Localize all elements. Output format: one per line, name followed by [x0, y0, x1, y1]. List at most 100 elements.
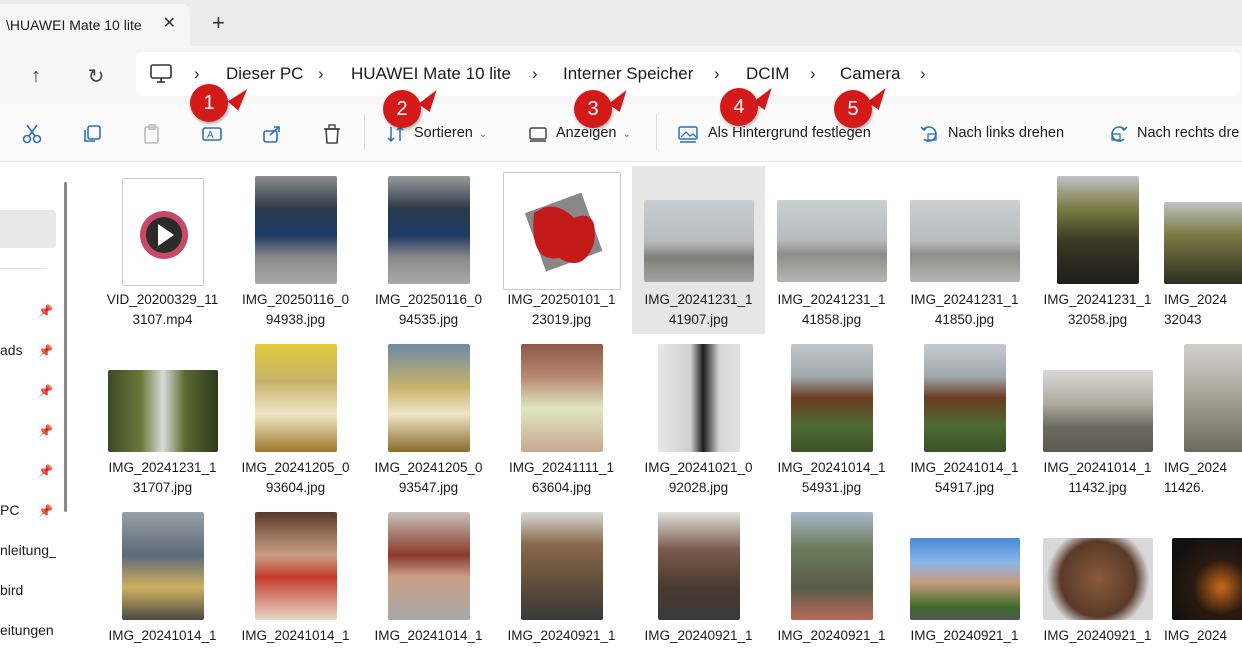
file-item[interactable]: IMG_20241231_1 41858.jpg [765, 166, 898, 334]
file-item[interactable]: IMG_20250116_0 94535.jpg [362, 166, 495, 334]
file-name: IMG_20240921_1 [644, 628, 753, 643]
file-name: IMG_20241014_1 54917.jpg [910, 460, 1019, 495]
photo-thumbnail [923, 344, 1006, 452]
arrow-up-icon[interactable]: ↑ [22, 62, 50, 90]
file-grid: VID_20200329_11 3107.mp4 IMG_20250116_0 … [96, 166, 1242, 657]
rename-icon[interactable]: A [200, 122, 224, 146]
file-item[interactable]: IMG_20241231_1 41850.jpg [898, 166, 1031, 334]
breadcrumb-huawei[interactable]: HUAWEI Mate 10 lite [351, 64, 511, 84]
file-item[interactable]: IMG_20250101_1 23019.jpg [495, 166, 628, 334]
close-icon[interactable]: ✕ [163, 13, 176, 33]
sidebar-scrollbar[interactable] [64, 182, 67, 512]
chevron-down-icon: ⌄ [478, 129, 488, 140]
file-name: IMG_20241231_1 31707.jpg [108, 460, 217, 495]
cut-icon[interactable] [20, 122, 44, 146]
file-item[interactable]: IMG_2024 [1164, 502, 1242, 657]
file-name: IMG_20250101_1 23019.jpg [507, 292, 616, 327]
photo-thumbnail [254, 344, 337, 452]
file-name: IMG_20240921_1 [777, 628, 886, 643]
file-item[interactable]: IMG_20240921_1 [632, 502, 765, 657]
sort-button[interactable]: Sortieren ⌄ [414, 125, 487, 141]
file-item[interactable]: IMG_2024 32043 [1164, 166, 1242, 334]
chevron-right-icon[interactable]: › [920, 64, 926, 84]
view-icon[interactable] [526, 122, 550, 146]
file-name: IMG_20240921_1 [910, 628, 1019, 643]
copy-icon[interactable] [80, 122, 104, 146]
rotate-left-icon[interactable] [918, 122, 942, 146]
file-item[interactable]: IMG_20240921_1 [898, 502, 1031, 657]
chevron-down-icon: ⌄ [622, 129, 631, 140]
file-item[interactable]: IMG_20241014_1 [96, 502, 229, 657]
chevron-right-icon[interactable]: › [714, 64, 720, 84]
chevron-right-icon[interactable]: › [532, 64, 538, 84]
breadcrumb-dieser-pc[interactable]: Dieser PC [226, 64, 303, 84]
toolbar-divider [656, 114, 657, 150]
monitor-icon [150, 64, 172, 83]
breadcrumb-dcim[interactable]: DCIM [746, 64, 789, 84]
wallpaper-icon[interactable] [676, 122, 700, 146]
toolbar-divider [364, 114, 365, 150]
file-item[interactable]: IMG_20241231_1 32058.jpg [1031, 166, 1164, 334]
file-name: IMG_20240921_1 [1043, 628, 1152, 643]
set-wallpaper-button[interactable]: Als Hintergrund festlegen [708, 125, 871, 141]
file-item[interactable]: IMG_20241014_1 [229, 502, 362, 657]
navigation-pane: 📌 ads 📌 📌 📌 📌 PC 📌 nleitung_ bird eitung… [0, 162, 72, 657]
file-item[interactable]: IMG_20240921_1 [1031, 502, 1164, 657]
paste-icon[interactable] [140, 122, 164, 146]
photo-thumbnail [254, 176, 337, 284]
file-item[interactable]: IMG_20241231_1 31707.jpg [96, 334, 229, 502]
file-item[interactable]: IMG_2024 11426. [1164, 334, 1242, 502]
photo-thumbnail [657, 344, 740, 452]
file-name: IMG_20250116_0 94535.jpg [374, 292, 483, 327]
photo-thumbnail [1042, 538, 1153, 620]
photo-thumbnail [909, 200, 1020, 282]
chevron-right-icon[interactable]: › [318, 64, 324, 84]
sidebar-item-zeitungen[interactable]: eitungen [0, 622, 56, 638]
chevron-right-icon[interactable]: › [194, 64, 200, 84]
photo-thumbnail [1184, 344, 1242, 452]
file-item[interactable]: VID_20200329_11 3107.mp4 [96, 166, 229, 334]
rotate-right-button[interactable]: Nach rechts dre [1137, 125, 1239, 141]
file-item[interactable]: IMG_20241014_1 11432.jpg [1031, 334, 1164, 502]
photo-thumbnail [107, 370, 218, 452]
photo-thumbnail [254, 512, 337, 620]
file-item[interactable]: IMG_20240921_1 [765, 502, 898, 657]
rotate-left-button[interactable]: Nach links drehen [948, 125, 1064, 141]
file-name: IMG_20241231_1 41850.jpg [910, 292, 1019, 327]
delete-icon[interactable] [320, 122, 344, 146]
file-item-selected[interactable]: IMG_20241231_1 41907.jpg [632, 166, 765, 334]
share-icon[interactable] [260, 122, 284, 146]
file-name: IMG_20241014_1 [374, 628, 483, 643]
breadcrumb-interner-speicher[interactable]: Interner Speicher [563, 64, 693, 84]
chevron-right-icon[interactable]: › [810, 64, 816, 84]
tab-huawei[interactable]: \HUAWEI Mate 10 lite ✕ [0, 4, 190, 46]
add-tab-icon[interactable]: + [212, 10, 225, 36]
callout-badge-5: 5 [834, 90, 872, 128]
file-name: IMG_20241014_1 54931.jpg [777, 460, 886, 495]
sidebar-item-selected[interactable] [0, 210, 56, 248]
sidebar-item-bird[interactable]: bird [0, 582, 56, 598]
file-item[interactable]: IMG_20241111_1 63604.jpg [495, 334, 628, 502]
file-item[interactable]: IMG_20241014_1 54917.jpg [898, 334, 1031, 502]
file-item[interactable]: IMG_20250116_0 94938.jpg [229, 166, 362, 334]
refresh-icon[interactable]: ↻ [82, 62, 110, 90]
file-name: IMG_20241111_1 63604.jpg [508, 460, 615, 495]
file-item[interactable]: IMG_20241021_0 92028.jpg [632, 334, 765, 502]
callout-badge-1: 1 [190, 84, 228, 122]
photo-thumbnail [1164, 202, 1242, 284]
file-item[interactable]: IMG_20240921_1 [495, 502, 628, 657]
photo-thumbnail [1056, 176, 1139, 284]
file-item[interactable]: IMG_20241014_1 54931.jpg [765, 334, 898, 502]
rotate-right-icon[interactable] [1106, 122, 1130, 146]
file-item[interactable]: IMG_20241205_0 93604.jpg [229, 334, 362, 502]
address-bar[interactable]: › Dieser PC › HUAWEI Mate 10 lite › Inte… [136, 52, 1240, 96]
breadcrumb-camera[interactable]: Camera [840, 64, 900, 84]
video-file-icon [121, 178, 204, 286]
photo-thumbnail [387, 344, 470, 452]
file-name: IMG_20241231_1 41858.jpg [777, 292, 886, 327]
file-item[interactable]: IMG_20241014_1 [362, 502, 495, 657]
callout-badge-4: 4 [720, 88, 758, 126]
sidebar-item-anleitung[interactable]: nleitung_ [0, 542, 56, 558]
file-name: IMG_2024 [1164, 628, 1228, 643]
file-item[interactable]: IMG_20241205_0 93547.jpg [362, 334, 495, 502]
